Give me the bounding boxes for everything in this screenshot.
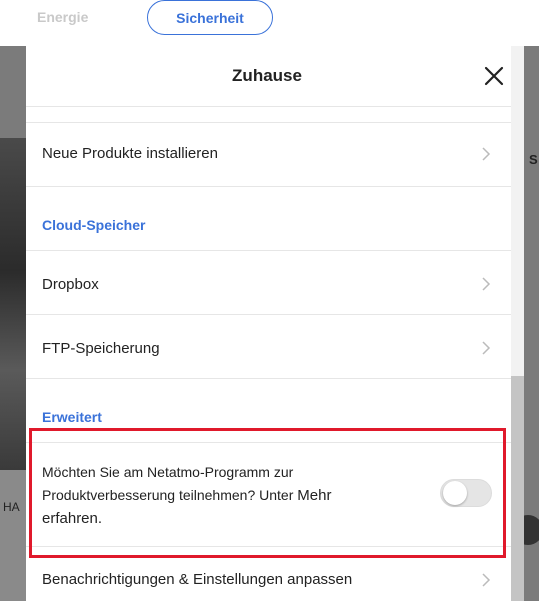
tab-sicherheit[interactable]: Sicherheit	[147, 0, 273, 35]
top-bar: Energie Sicherheit	[0, 0, 539, 46]
row-dropbox[interactable]: Dropbox	[26, 250, 511, 314]
background-photo	[0, 138, 26, 470]
row-notifications[interactable]: Benachrichtigungen & Einstellungen anpas…	[26, 546, 511, 601]
row-dropbox-label: Dropbox	[42, 276, 99, 293]
modal-title: Zuhause	[232, 66, 302, 85]
background-label-left: HA	[3, 500, 20, 514]
product-improvement-toggle[interactable]	[440, 479, 492, 507]
background-label-right: S	[529, 152, 538, 167]
chevron-right-icon	[482, 341, 491, 355]
row-new-products-label: Neue Produkte installieren	[42, 145, 218, 162]
section-advanced-label: Erweitert	[42, 409, 102, 425]
row-product-improvement: Möchten Sie am Netatmo-Programm zur Prod…	[26, 442, 511, 546]
row-notifications-label: Benachrichtigungen & Einstellungen anpas…	[42, 571, 353, 588]
row-ftp[interactable]: FTP-Speicherung	[26, 314, 511, 378]
section-cloud-storage: Cloud-Speicher	[26, 186, 511, 250]
row-ftp-label: FTP-Speicherung	[42, 340, 160, 357]
chevron-right-icon	[482, 573, 491, 587]
chevron-right-icon	[482, 277, 491, 291]
home-settings-modal: Zuhause Neue Produkte installieren Cloud…	[26, 46, 524, 601]
close-icon[interactable]	[482, 64, 506, 88]
scrollbar-thumb[interactable]	[511, 376, 524, 601]
background-panel	[0, 470, 26, 601]
toggle-knob	[443, 481, 467, 505]
section-cloud-storage-label: Cloud-Speicher	[42, 217, 146, 233]
section-advanced: Erweitert	[26, 378, 511, 442]
row-new-products[interactable]: Neue Produkte installieren	[26, 122, 511, 186]
product-improvement-question: Möchten Sie am Netatmo-Programm zur Prod…	[42, 464, 298, 503]
product-improvement-text: Möchten Sie am Netatmo-Programm zur Prod…	[42, 461, 387, 530]
chevron-right-icon	[482, 147, 491, 161]
tab-energie[interactable]: Energie	[37, 9, 88, 25]
modal-header: Zuhause	[26, 46, 524, 106]
